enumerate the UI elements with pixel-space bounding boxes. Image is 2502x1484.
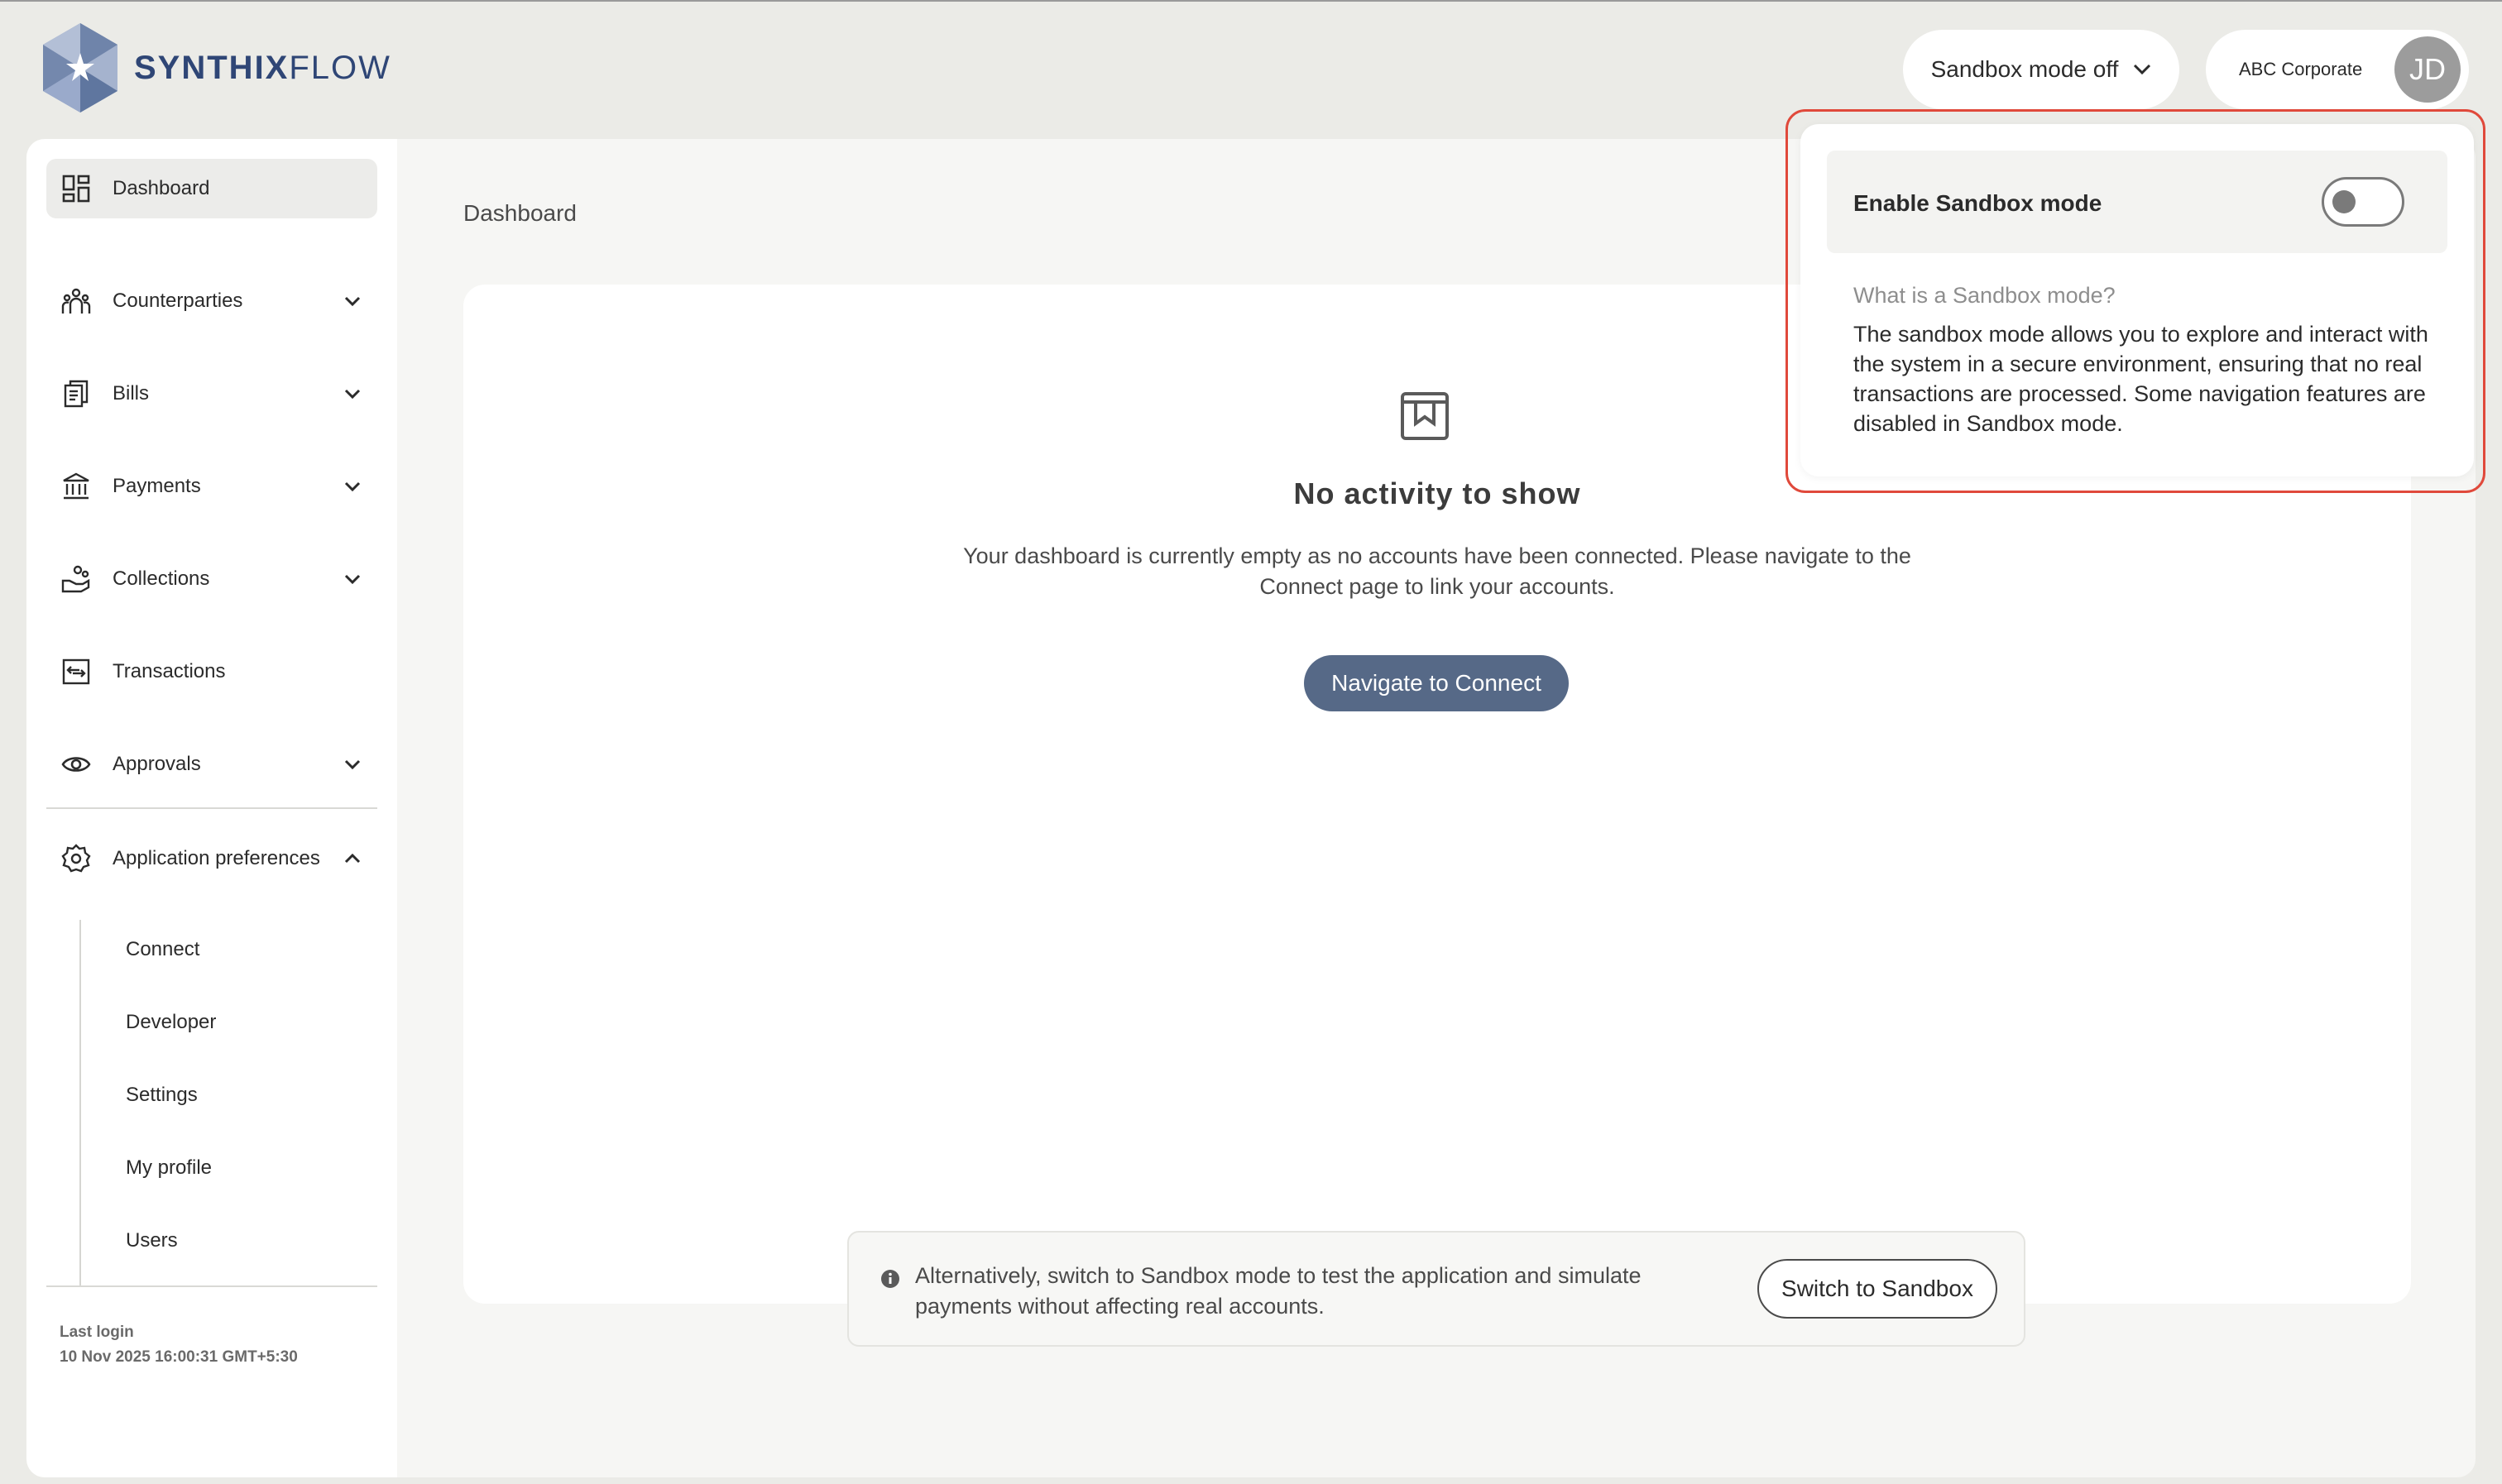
sandbox-suggestion-text: Alternatively, switch to Sandbox mode to… [915,1263,1642,1319]
chevron-down-icon [344,759,361,770]
toggle-knob [2332,190,2356,213]
sandbox-suggestion-banner: Alternatively, switch to Sandbox mode to… [847,1231,2025,1347]
chevron-up-icon [344,853,361,864]
switch-to-sandbox-button[interactable]: Switch to Sandbox [1757,1259,1997,1319]
avatar[interactable]: JD [2394,36,2461,103]
sidebar-item-transactions[interactable]: Transactions [46,642,377,701]
brand-name: SYNTHIXFLOW [134,49,391,86]
sidebar-subitem-settings[interactable]: Settings [126,1084,198,1107]
chevron-down-icon [344,481,361,492]
chevron-down-icon [2134,64,2151,75]
sidebar-item-label: Application preferences [113,847,320,869]
sidebar-divider [46,1285,377,1287]
sidebar-subitem-developer[interactable]: Developer [126,1011,216,1034]
transactions-icon [62,658,90,685]
sandbox-toggle-label: Enable Sandbox mode [1853,190,2102,216]
last-login-value: 10 Nov 2025 16:00:31 GMT+5:30 [60,1348,298,1366]
sandbox-toggle-row: Enable Sandbox mode [1827,151,2447,253]
sidebar-item-label: Collections [113,567,210,590]
chevron-down-icon [344,389,361,400]
sandbox-mode-label: Sandbox mode off [1930,56,2119,82]
sandbox-toggle-switch[interactable] [2322,177,2404,227]
sandbox-mode-popover: Enable Sandbox mode What is a Sandbox mo… [1800,124,2474,476]
sidebar-item-approvals[interactable]: Approvals [46,735,377,794]
sidebar-item-label: Dashboard [113,177,210,199]
sidebar-item-label: Transactions [113,660,226,682]
empty-inbox-icon [1401,392,1449,440]
empty-state-description: Your dashboard is currently empty as no … [963,543,1911,599]
sidebar-divider [46,807,377,809]
eye-icon [61,757,91,772]
brand-logo[interactable]: SYNTHIXFLOW [38,22,391,114]
sidebar-item-bills[interactable]: Bills [46,364,377,424]
sidebar-item-counterparties[interactable]: Counterparties [46,271,377,331]
corporate-name: ABC Corporate [2239,59,2363,79]
sidebar-subitem-my-profile[interactable]: My profile [126,1156,212,1180]
gear-icon [61,844,91,873]
sandbox-question: What is a Sandbox mode? [1853,283,2116,308]
window-top-border [0,0,2502,2]
navigate-to-connect-button[interactable]: Navigate to Connect [1304,655,1569,711]
sidebar-subitem-connect[interactable]: Connect [126,938,199,961]
sidebar-item-payments[interactable]: Payments [46,457,377,516]
bills-icon [64,380,89,408]
submenu-guide-line [79,920,81,1285]
sidebar: Dashboard Counterparties Bills Payments … [26,139,397,1477]
sidebar-item-label: Approvals [113,753,201,775]
sidebar-item-dashboard[interactable]: Dashboard [46,159,377,218]
sidebar-item-application-preferences[interactable]: Application preferences [46,829,377,888]
account-menu[interactable]: ABC Corporate JD [2206,30,2469,109]
bank-icon [63,472,89,500]
sidebar-item-label: Counterparties [113,290,243,312]
dashboard-icon [62,175,90,203]
collections-icon [61,565,90,593]
sandbox-mode-dropdown[interactable]: Sandbox mode off [1903,30,2179,109]
sidebar-item-label: Payments [113,475,201,497]
sidebar-subitem-users[interactable]: Users [126,1229,178,1252]
people-icon [61,288,91,314]
chevron-down-icon [344,574,361,585]
sidebar-item-collections[interactable]: Collections [46,549,377,609]
last-login-label: Last login [60,1324,134,1341]
sandbox-description: The sandbox mode allows you to explore a… [1853,322,2428,436]
brand-mark-icon [43,23,117,112]
chevron-down-icon [344,296,361,307]
sidebar-item-label: Bills [113,382,150,405]
page-title: Dashboard [463,200,577,226]
info-icon [881,1270,899,1288]
